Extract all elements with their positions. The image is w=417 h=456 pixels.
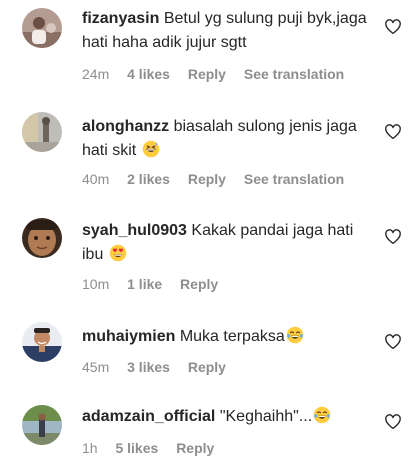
comment-body: muhaiymien Muka terpaksa [82,325,367,349]
comment-time: 10m [82,276,110,292]
comment-meta: 10m 1 like Reply [82,276,232,292]
comment-meta: 45m 3 likes Reply [82,359,240,375]
avatar-image [22,322,62,362]
heart-icon[interactable] [384,123,402,141]
comment-time: 45m [82,359,110,375]
avatar-image [22,218,62,258]
avatar[interactable] [22,405,62,445]
heart-icon[interactable] [384,413,402,431]
comment-likes[interactable]: 2 likes [127,171,170,187]
avatar-image [22,8,62,48]
comment-body: alonghanzz biasalah sulong jenis jaga ha… [82,115,367,163]
comment-body: fizanyasin Betul yg sulung puji byk,jaga… [82,7,367,55]
comment-time: 40m [82,171,110,187]
grinning-sweat-emoji [142,140,159,158]
comment-body: adamzain_official "Keghaihh"... [82,405,367,429]
reply-button[interactable]: Reply [180,276,218,292]
comment-username[interactable]: syah_hul0903 [82,222,187,239]
heart-eyes-emoji [109,244,127,262]
comment-meta: 1h 5 likes Reply [82,440,228,456]
avatar[interactable] [22,112,62,152]
comment-meta: 24m 4 likes Reply See translation [82,66,358,82]
see-translation-link[interactable]: See translation [244,66,344,82]
comment-time: 1h [82,440,98,456]
reply-button[interactable]: Reply [188,66,226,82]
comment-likes[interactable]: 3 likes [127,359,170,375]
comment-likes[interactable]: 5 likes [115,440,158,456]
reply-button[interactable]: Reply [188,171,226,187]
reply-button[interactable]: Reply [176,440,214,456]
comment-username[interactable]: alonghanzz [82,118,169,135]
tears-of-joy-emoji [286,326,303,344]
comment-username[interactable]: adamzain_official [82,408,215,425]
comment-likes[interactable]: 1 like [127,276,162,292]
avatar[interactable] [22,8,62,48]
reply-button[interactable]: Reply [188,359,226,375]
avatar-image [22,405,62,445]
see-translation-link[interactable]: See translation [244,171,344,187]
heart-icon[interactable] [384,228,402,246]
heart-icon[interactable] [384,18,402,36]
comment-text: Muka terpaksa [179,328,285,345]
avatar[interactable] [22,322,62,362]
comment-likes[interactable]: 4 likes [127,66,170,82]
avatar-image [22,112,62,152]
comment-body: syah_hul0903 Kakak pandai jaga hati ibu [82,219,367,267]
heart-icon[interactable] [384,333,402,351]
comment-username[interactable]: fizanyasin [82,10,159,27]
comment-text: "Keghaihh"... [219,408,313,425]
comment-meta: 40m 2 likes Reply See translation [82,171,358,187]
comment-username[interactable]: muhaiymien [82,328,175,345]
comment-time: 24m [82,66,110,82]
avatar[interactable] [22,218,62,258]
tears-of-joy-emoji [313,406,331,424]
